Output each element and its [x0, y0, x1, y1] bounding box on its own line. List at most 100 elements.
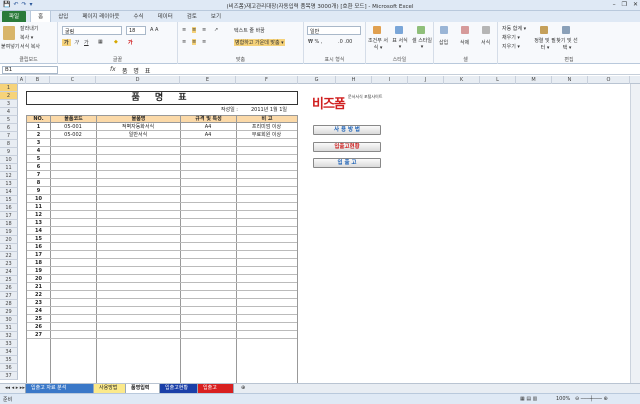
column-header[interactable]: C: [50, 76, 96, 84]
table-cell[interactable]: 12: [27, 211, 50, 219]
header-no[interactable]: NO.: [27, 116, 51, 123]
row-header[interactable]: 28: [0, 300, 18, 308]
table-cell[interactable]: 05-001: [50, 123, 96, 131]
row-header[interactable]: 15: [0, 196, 18, 204]
row-header[interactable]: 27: [0, 292, 18, 300]
table-cell[interactable]: [180, 147, 236, 155]
row-header[interactable]: 31: [0, 324, 18, 332]
format-button[interactable]: 서식: [481, 39, 490, 46]
column-header[interactable]: J: [408, 76, 444, 84]
clear-button[interactable]: 지우기 ▾: [502, 43, 520, 50]
table-cell[interactable]: [180, 187, 236, 195]
format-as-table-button[interactable]: 표 서식 ▾: [391, 37, 409, 50]
table-cell[interactable]: [96, 283, 180, 291]
table-cell[interactable]: 25: [27, 315, 50, 323]
table-cell[interactable]: [96, 251, 180, 259]
zoom-level[interactable]: 100%: [556, 396, 570, 402]
table-cell[interactable]: [236, 187, 297, 195]
row-header[interactable]: 37: [0, 372, 18, 380]
table-cell[interactable]: [236, 139, 297, 147]
table-cell[interactable]: [180, 203, 236, 211]
table-cell[interactable]: 8: [27, 179, 50, 187]
table-cell[interactable]: 1: [27, 123, 50, 131]
usage-guide-button[interactable]: 사 용 방 법: [313, 125, 381, 135]
table-cell[interactable]: 20: [27, 275, 50, 283]
table-cell[interactable]: 10: [27, 195, 50, 203]
align-left-icon[interactable]: ≡: [182, 39, 186, 45]
row-header[interactable]: 23: [0, 260, 18, 268]
row-header[interactable]: 22: [0, 252, 18, 260]
column-header[interactable]: D: [96, 76, 180, 84]
row-header[interactable]: 1: [0, 84, 18, 92]
row-header[interactable]: 35: [0, 356, 18, 364]
row-header[interactable]: 6: [0, 124, 18, 132]
align-center-icon[interactable]: ≡: [192, 39, 197, 45]
font-name-box[interactable]: 굴림: [62, 26, 122, 35]
header-spec[interactable]: 규격 및 특성: [181, 116, 237, 123]
table-cell[interactable]: [236, 243, 297, 251]
row-header[interactable]: 4: [0, 108, 18, 116]
tab-page-layout[interactable]: 페이지 레이아웃: [75, 11, 126, 22]
table-cell[interactable]: [236, 323, 297, 331]
table-cell[interactable]: 2: [27, 131, 50, 139]
table-cell[interactable]: [236, 331, 297, 339]
table-cell[interactable]: 프리미엄 이상: [236, 123, 297, 131]
table-cell[interactable]: [236, 315, 297, 323]
table-cell[interactable]: [236, 195, 297, 203]
tab-data[interactable]: 데이터: [151, 11, 180, 22]
column-header[interactable]: A: [18, 76, 26, 84]
table-cell[interactable]: 05-002: [50, 131, 96, 139]
format-table-icon[interactable]: [395, 26, 403, 34]
paste-icon[interactable]: [3, 26, 15, 40]
row-header[interactable]: 2: [0, 92, 18, 100]
table-cell[interactable]: [180, 251, 236, 259]
table-cell[interactable]: [96, 195, 180, 203]
table-cell[interactable]: [50, 291, 96, 299]
header-name[interactable]: 물품명: [97, 116, 181, 123]
table-cell[interactable]: [50, 299, 96, 307]
restore-button[interactable]: ❐: [622, 1, 627, 8]
table-cell[interactable]: [180, 283, 236, 291]
column-header[interactable]: N: [552, 76, 588, 84]
table-cell[interactable]: [50, 267, 96, 275]
table-cell[interactable]: [50, 243, 96, 251]
table-cell[interactable]: [96, 323, 180, 331]
sheet-tab-item-entry[interactable]: 품명입력: [126, 384, 160, 393]
table-cell[interactable]: [96, 291, 180, 299]
cell-styles-button[interactable]: 셀 스타일 ▾: [411, 37, 433, 50]
column-header[interactable]: E: [180, 76, 236, 84]
table-cell[interactable]: [180, 299, 236, 307]
row-header[interactable]: 17: [0, 212, 18, 220]
conditional-format-icon[interactable]: [373, 26, 381, 34]
table-cell[interactable]: 18: [27, 259, 50, 267]
table-cell[interactable]: [180, 243, 236, 251]
underline-icon[interactable]: 가: [84, 39, 89, 46]
align-middle-icon[interactable]: ≡: [192, 27, 197, 33]
row-header[interactable]: 19: [0, 228, 18, 236]
tab-insert[interactable]: 삽입: [51, 11, 75, 22]
table-cell[interactable]: [96, 147, 180, 155]
autosum-button[interactable]: 자동 합계 ▾: [502, 25, 526, 32]
close-button[interactable]: ✕: [633, 1, 638, 8]
table-cell[interactable]: [236, 275, 297, 283]
table-cell[interactable]: [50, 203, 96, 211]
table-cell[interactable]: [96, 179, 180, 187]
table-cell[interactable]: [96, 163, 180, 171]
table-cell[interactable]: [180, 139, 236, 147]
table-cell[interactable]: [96, 139, 180, 147]
row-header[interactable]: 5: [0, 116, 18, 124]
table-cell[interactable]: [180, 179, 236, 187]
sheet-title[interactable]: 품 명 표: [26, 91, 298, 105]
table-cell[interactable]: [50, 219, 96, 227]
table-cell[interactable]: [180, 163, 236, 171]
column-header[interactable]: B: [26, 76, 50, 84]
find-select-icon[interactable]: [562, 26, 570, 34]
table-cell[interactable]: [180, 307, 236, 315]
number-format-box[interactable]: 일반: [307, 26, 361, 35]
table-cell[interactable]: [96, 299, 180, 307]
table-cell[interactable]: [50, 211, 96, 219]
table-cell[interactable]: [180, 171, 236, 179]
table-cell[interactable]: [180, 259, 236, 267]
table-cell[interactable]: 17: [27, 251, 50, 259]
merge-center-button[interactable]: 병합하고 가운데 맞춤 ▾: [234, 39, 285, 46]
